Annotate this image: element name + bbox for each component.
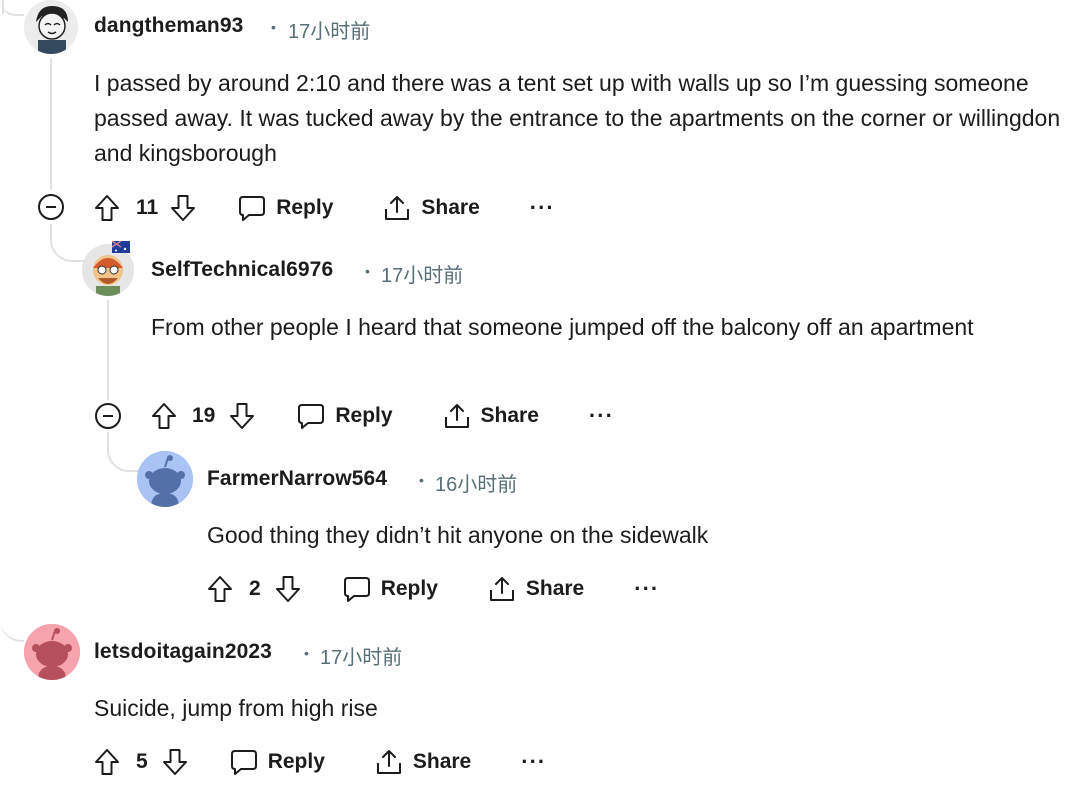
downvote-icon[interactable] <box>229 402 255 430</box>
snoo-avatar-icon <box>24 624 80 680</box>
avatar[interactable] <box>24 0 78 54</box>
vote-count: 5 <box>136 750 148 773</box>
meta-separator: • <box>271 19 276 35</box>
more-options-button[interactable]: ··· <box>530 195 555 221</box>
share-icon <box>489 577 514 601</box>
comment-author[interactable]: dangtheman93 <box>94 14 243 38</box>
comment-body: I passed by around 2:10 and there was a … <box>94 70 1061 166</box>
thread-line <box>50 58 52 190</box>
share-label: Share <box>421 196 480 219</box>
comment-actions: 5 Reply Share ··· <box>94 742 546 782</box>
share-label: Share <box>480 404 539 427</box>
upvote-icon[interactable] <box>94 748 120 776</box>
more-options-button[interactable]: ··· <box>634 576 659 602</box>
share-button[interactable]: Share <box>443 402 539 430</box>
comment-author[interactable]: letsdoitagain2023 <box>94 640 272 664</box>
avatar-image <box>24 0 78 54</box>
reply-button[interactable]: Reply <box>297 402 393 430</box>
snoo-avatar-icon <box>137 451 193 507</box>
share-icon <box>444 404 469 428</box>
share-button[interactable]: Share <box>488 575 584 603</box>
downvote-icon[interactable] <box>275 575 301 603</box>
comment-timestamp[interactable]: 17小时前 <box>320 641 402 670</box>
reply-button[interactable]: Reply <box>230 748 325 776</box>
share-icon <box>385 196 410 220</box>
reply-label: Reply <box>267 750 325 773</box>
reply-label: Reply <box>276 196 334 219</box>
meta-separator: • <box>419 472 424 488</box>
collapse-thread-button[interactable] <box>38 194 64 220</box>
meta-separator: • <box>304 645 309 661</box>
comment-bubble-icon <box>298 404 325 429</box>
thread-line <box>107 300 109 400</box>
upvote-icon[interactable] <box>151 402 177 430</box>
thread-line-curve <box>107 432 139 472</box>
comment-actions: 19 Reply Share ··· <box>151 396 614 436</box>
reply-label: Reply <box>380 577 438 600</box>
comment-body: From other people I heard that someone j… <box>151 314 974 340</box>
avatar[interactable] <box>137 451 193 507</box>
share-label: Share <box>412 750 472 773</box>
comment-timestamp[interactable]: 17小时前 <box>288 15 370 44</box>
comment-bubble-icon <box>343 577 370 602</box>
collapse-thread-button[interactable] <box>95 403 121 429</box>
comment-timestamp[interactable]: 17小时前 <box>381 259 463 288</box>
reply-label: Reply <box>335 404 393 427</box>
more-options-button[interactable]: ··· <box>589 403 614 429</box>
downvote-icon[interactable] <box>162 748 188 776</box>
comment-bubble-icon <box>230 750 257 775</box>
vote-count: 2 <box>249 577 261 600</box>
share-label: Share <box>525 577 585 600</box>
comment-body: Good thing they didn’t hit anyone on the… <box>207 522 709 548</box>
flag-icon <box>111 240 130 253</box>
reply-button[interactable]: Reply <box>343 575 438 603</box>
upvote-icon[interactable] <box>207 575 233 603</box>
meta-separator: • <box>365 263 370 279</box>
more-options-button[interactable]: ··· <box>521 749 546 775</box>
comment-body: Suicide, jump from high rise <box>94 695 378 721</box>
vote-count: 19 <box>192 404 216 427</box>
share-button[interactable]: Share <box>375 748 471 776</box>
downvote-icon[interactable] <box>170 194 196 222</box>
avatar[interactable] <box>24 624 80 680</box>
thread-line-curve <box>50 224 86 262</box>
comment-timestamp[interactable]: 16小时前 <box>435 468 517 497</box>
reply-button[interactable]: Reply <box>238 194 333 222</box>
share-icon <box>376 750 401 774</box>
comment-actions: 2 Reply Share ··· <box>207 569 659 609</box>
comment-author[interactable]: FarmerNarrow564 <box>207 467 387 491</box>
thread-line-curve <box>0 600 24 642</box>
share-button[interactable]: Share <box>383 194 480 222</box>
comment-author[interactable]: SelfTechnical6976 <box>151 258 333 282</box>
upvote-icon[interactable] <box>94 194 120 222</box>
comment-actions: 11 Reply Share ··· <box>94 188 555 228</box>
comment-bubble-icon <box>239 196 266 221</box>
vote-count: 11 <box>136 196 159 219</box>
